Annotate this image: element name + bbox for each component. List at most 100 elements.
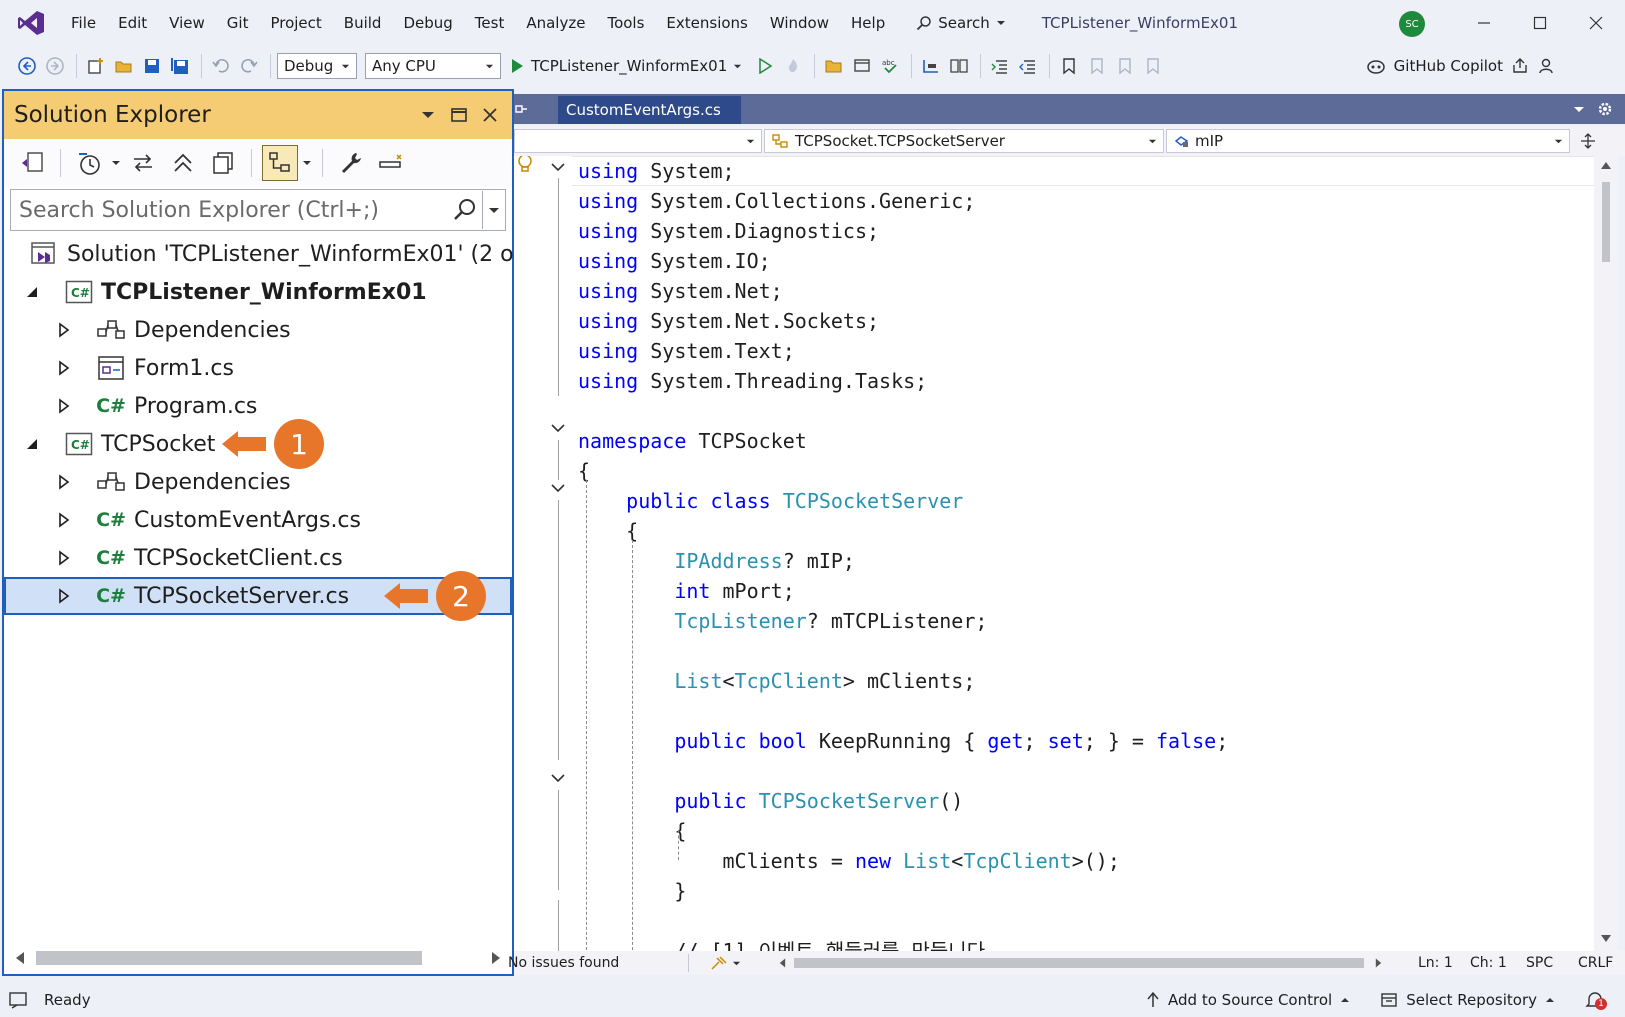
save-all-button[interactable]: [167, 52, 193, 80]
start-debugging-button[interactable]: TCPListener_WinformEx01: [509, 57, 742, 75]
notifications-button[interactable]: 1: [1585, 990, 1607, 1010]
code-line[interactable]: // [1] 이벤트 핸들러를 만듭니다: [578, 936, 985, 951]
switch-views-button[interactable]: [14, 145, 50, 181]
spell-check-button[interactable]: abc: [877, 52, 903, 80]
menu-tools[interactable]: Tools: [596, 0, 655, 46]
scroll-up-icon[interactable]: [1600, 160, 1612, 170]
gear-icon[interactable]: [1597, 101, 1613, 117]
search-input[interactable]: [11, 197, 452, 223]
tree-view-toggle-button[interactable]: [262, 145, 298, 181]
split-editor-icon[interactable]: [1580, 133, 1596, 149]
scroll-left-icon[interactable]: [14, 951, 26, 965]
menu-test[interactable]: Test: [464, 0, 516, 46]
menu-extensions[interactable]: Extensions: [655, 0, 758, 46]
minimize-button[interactable]: [1456, 0, 1512, 46]
select-repository-button[interactable]: Select Repository: [1380, 991, 1555, 1009]
compare-button[interactable]: [946, 52, 972, 80]
start-without-debugging-button[interactable]: [752, 52, 778, 80]
collapse-region-icon[interactable]: [550, 770, 566, 786]
menu-analyze[interactable]: Analyze: [515, 0, 596, 46]
bookmark-button[interactable]: [1056, 52, 1082, 80]
platform-select[interactable]: Any CPU: [365, 53, 501, 79]
open-file-button[interactable]: [111, 52, 137, 80]
redo-button[interactable]: [236, 52, 262, 80]
sync-with-active-document-button[interactable]: [125, 145, 161, 181]
pin-icon[interactable]: [514, 102, 528, 116]
preview-selected-items-button[interactable]: [373, 145, 409, 181]
collapse-all-button[interactable]: [165, 145, 201, 181]
browser-link-button[interactable]: [849, 52, 875, 80]
collapsed-triangle-icon[interactable]: [56, 474, 72, 490]
collapse-region-icon[interactable]: [550, 480, 566, 496]
column-number[interactable]: Ch: 1: [1470, 955, 1507, 971]
code-line[interactable]: mClients = new List<TcpClient>();: [578, 846, 1119, 876]
menu-help[interactable]: Help: [840, 0, 896, 46]
configuration-select[interactable]: Debug: [277, 53, 357, 79]
output-window-icon[interactable]: [8, 991, 28, 1009]
code-line[interactable]: IPAddress? mIP;: [578, 546, 855, 576]
scroll-right-icon[interactable]: [490, 951, 502, 965]
menu-file[interactable]: File: [60, 0, 107, 46]
chevron-down-icon[interactable]: [420, 107, 436, 123]
collapsed-triangle-icon[interactable]: [56, 588, 72, 604]
code-line[interactable]: {: [578, 516, 638, 546]
save-button[interactable]: [139, 52, 165, 80]
tree-item-project-tcpsocket[interactable]: C# TCPSocket 1: [4, 419, 512, 469]
line-number[interactable]: Ln: 1: [1418, 955, 1453, 971]
hot-reload-button[interactable]: [780, 52, 806, 80]
menu-debug[interactable]: Debug: [392, 0, 463, 46]
tab-overflow-chevron-icon[interactable]: [1573, 104, 1585, 114]
collapse-region-icon[interactable]: [550, 159, 566, 175]
search-icon[interactable]: [452, 197, 478, 223]
collapsed-triangle-icon[interactable]: [56, 398, 72, 414]
tree-item-dependencies[interactable]: Dependencies: [4, 463, 512, 501]
maximize-button[interactable]: [1512, 0, 1568, 46]
expanded-triangle-icon[interactable]: [24, 436, 40, 452]
format-button[interactable]: [918, 52, 944, 80]
maximize-panel-icon[interactable]: [450, 106, 468, 124]
code-line[interactable]: using System.Net;: [578, 276, 783, 306]
scroll-down-icon[interactable]: [1600, 934, 1612, 944]
code-line[interactable]: namespace TCPSocket: [578, 426, 807, 456]
menu-view[interactable]: View: [158, 0, 216, 46]
whitespace-mode[interactable]: SPC: [1526, 955, 1553, 971]
collapsed-triangle-icon[interactable]: [56, 322, 72, 338]
code-line[interactable]: TcpListener? mTCPListener;: [578, 606, 987, 636]
issues-status[interactable]: No issues found: [508, 955, 619, 971]
visual-studio-logo-icon[interactable]: [16, 8, 46, 38]
account-avatar[interactable]: SC: [1399, 11, 1425, 37]
code-line[interactable]: public bool KeepRunning { get; set; } = …: [578, 726, 1228, 756]
tree-item-customeventargs[interactable]: C# CustomEventArgs.cs: [4, 501, 512, 539]
code-line[interactable]: using System;: [578, 156, 735, 186]
collapsed-triangle-icon[interactable]: [56, 550, 72, 566]
solution-explorer-search[interactable]: [10, 189, 506, 231]
lightbulb-icon[interactable]: [514, 156, 536, 176]
scrollbar-thumb[interactable]: [36, 951, 422, 965]
collapsed-triangle-icon[interactable]: [56, 360, 72, 376]
code-cleanup-icon[interactable]: [710, 955, 728, 971]
forward-button[interactable]: [42, 52, 68, 80]
prev-bookmark-button[interactable]: [1084, 52, 1110, 80]
tab-customeventargs[interactable]: CustomEventArgs.cs: [558, 96, 741, 124]
tree-item-solution[interactable]: Solution 'TCPListener_WinformEx01' (2 of…: [4, 235, 563, 273]
chevron-down-icon[interactable]: [111, 158, 121, 168]
menu-window[interactable]: Window: [759, 0, 840, 46]
github-copilot-button[interactable]: GitHub Copilot: [1366, 46, 1555, 86]
share-icon[interactable]: [1511, 57, 1529, 75]
tree-item-tcpsocketserver[interactable]: C# TCPSocketServer.cs 2: [4, 571, 512, 621]
properties-button[interactable]: [333, 145, 369, 181]
project-navigation-select[interactable]: [514, 129, 762, 153]
code-line[interactable]: {: [578, 456, 590, 486]
indent-button[interactable]: [987, 52, 1013, 80]
collapsed-triangle-icon[interactable]: [56, 512, 72, 528]
code-line[interactable]: public class TCPSocketServer: [578, 486, 963, 516]
menu-edit[interactable]: Edit: [107, 0, 158, 46]
undo-button[interactable]: [208, 52, 234, 80]
code-line[interactable]: using System.Diagnostics;: [578, 216, 879, 246]
chevron-down-icon[interactable]: [302, 158, 312, 168]
member-navigation-select[interactable]: mIP: [1166, 129, 1570, 153]
type-navigation-select[interactable]: TCPSocket.TCPSocketServer: [764, 129, 1164, 153]
tree-item-dependencies[interactable]: Dependencies: [4, 311, 512, 349]
outdent-button[interactable]: [1015, 52, 1041, 80]
scroll-left-icon[interactable]: [778, 957, 787, 969]
